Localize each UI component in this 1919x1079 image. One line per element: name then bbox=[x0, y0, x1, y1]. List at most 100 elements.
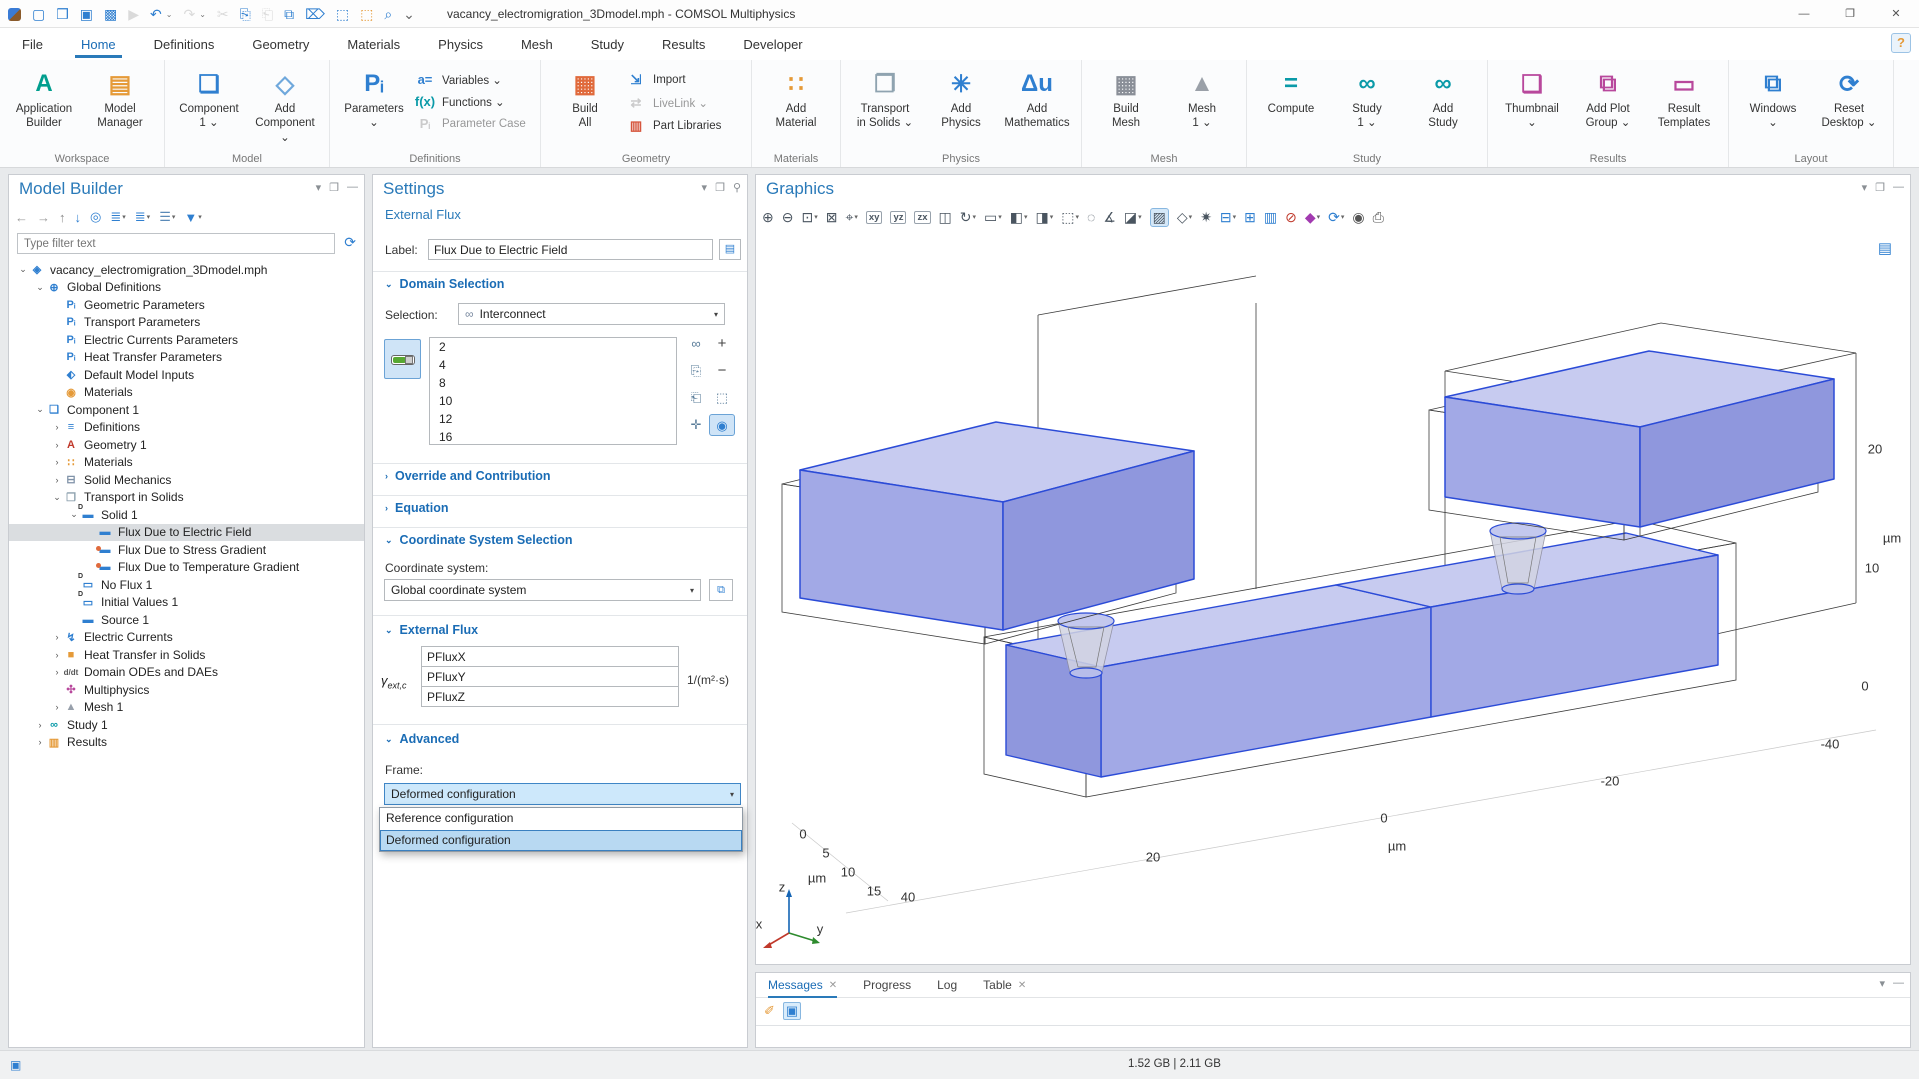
help-icon[interactable]: ? bbox=[1891, 33, 1911, 53]
tree-item-initial-values-1[interactable]: ▭DInitial Values 1 bbox=[9, 594, 364, 612]
tree-item-source-1[interactable]: ▬Source 1 bbox=[9, 611, 364, 629]
chevron-right-icon[interactable]: › bbox=[51, 440, 63, 450]
tree-item-multiphysics[interactable]: ✣Multiphysics bbox=[9, 681, 364, 699]
tree-item-electric-currents-parameters[interactable]: PᵢElectric Currents Parameters bbox=[9, 331, 364, 349]
tree-item-flux-due-to-temperature-gradient[interactable]: ▬Flux Due to Temperature Gradient bbox=[9, 559, 364, 577]
frame-combo[interactable]: Deformed configuration ▾ bbox=[384, 783, 741, 805]
domain-item-12[interactable]: 12 bbox=[430, 410, 676, 428]
frame-option-reference-configuration[interactable]: Reference configuration bbox=[380, 808, 742, 830]
move-down-icon[interactable]: ↓ bbox=[75, 210, 82, 225]
tree-item-no-flux-1[interactable]: ▭DNo Flux 1 bbox=[9, 576, 364, 594]
open-file-icon[interactable]: ❒ bbox=[56, 0, 69, 28]
tab-log[interactable]: Log bbox=[937, 973, 957, 998]
copy-selection-icon[interactable]: ⎘ bbox=[683, 360, 709, 387]
plot-settings-icon[interactable]: ▤ bbox=[1878, 239, 1892, 257]
menu-tab-materials[interactable]: Materials bbox=[345, 31, 402, 58]
chevron-right-icon[interactable]: › bbox=[51, 632, 63, 642]
tree-item-flux-due-to-electric-field[interactable]: ▬Flux Due to Electric Field bbox=[9, 524, 364, 542]
add-plot-group-button[interactable]: ⧉Add PlotGroup ⌄ bbox=[1572, 64, 1644, 148]
chevron-right-icon[interactable]: › bbox=[51, 457, 63, 467]
float-panel-icon[interactable]: ❐ bbox=[329, 181, 339, 194]
active-toggle-button[interactable] bbox=[384, 339, 421, 379]
wireframe-icon[interactable]: ◇▾ bbox=[1177, 209, 1192, 226]
move-up-icon[interactable]: ↑ bbox=[59, 210, 66, 225]
model-manager-button[interactable]: ▤ModelManager bbox=[84, 64, 156, 148]
section-equation[interactable]: › Equation bbox=[385, 501, 448, 515]
pin-panel-icon[interactable]: ⚲ bbox=[733, 181, 741, 194]
chevron-down-icon[interactable]: ⌄ bbox=[17, 264, 29, 275]
domain-item-10[interactable]: 10 bbox=[430, 392, 676, 410]
panel-menu-icon[interactable]: ▾ bbox=[316, 181, 322, 194]
menu-tab-study[interactable]: Study bbox=[589, 31, 626, 58]
scene-movie-icon[interactable]: ◫ bbox=[939, 209, 952, 226]
scene-light-icon[interactable]: ✷ bbox=[1200, 209, 1212, 226]
add-to-selection-icon[interactable]: + bbox=[709, 333, 735, 360]
panel-menu-icon[interactable]: ▾ bbox=[702, 181, 708, 194]
build-mesh-button[interactable]: ▦BuildMesh bbox=[1090, 64, 1162, 148]
frame-option-deformed-configuration[interactable]: Deformed configuration bbox=[380, 830, 742, 852]
find-icon[interactable]: ⌕ bbox=[384, 0, 392, 28]
chevron-right-icon[interactable]: › bbox=[34, 720, 46, 730]
label-input[interactable] bbox=[428, 239, 713, 260]
transparency-icon[interactable]: ▨ bbox=[1150, 208, 1169, 227]
panel-menu-icon[interactable]: ▾ bbox=[1879, 977, 1885, 990]
active-highlight-icon[interactable]: ◉ bbox=[709, 414, 735, 436]
open-messages-window-icon[interactable]: ▣ bbox=[783, 1002, 801, 1020]
clear-messages-icon[interactable]: ✐ bbox=[764, 1003, 775, 1019]
filter-input[interactable] bbox=[17, 233, 335, 254]
add-mathematics-button[interactable]: ΔuAddMathematics bbox=[1001, 64, 1073, 148]
clip-plane-icon[interactable]: ◪▾ bbox=[1124, 209, 1142, 226]
zoom-extents-icon[interactable]: ⊠ bbox=[826, 209, 838, 226]
tree-item-default-model-inputs[interactable]: ⬖Default Model Inputs bbox=[9, 366, 364, 384]
snapshot-icon[interactable]: ◉ bbox=[1352, 209, 1364, 226]
flux-x-input[interactable] bbox=[421, 646, 679, 667]
save-as-icon[interactable]: ▩ bbox=[104, 0, 117, 28]
section-external-flux[interactable]: ⌄ External Flux bbox=[385, 623, 478, 637]
zoom-box-icon[interactable]: ⊡▾ bbox=[801, 209, 817, 226]
add-component-button[interactable]: ◇AddComponent ⌄ bbox=[249, 64, 321, 148]
chevron-down-icon[interactable]: ⌄ bbox=[34, 404, 46, 415]
measure-icon[interactable]: ∡ bbox=[1103, 209, 1116, 226]
result-templates-button[interactable]: ▭ResultTemplates bbox=[1648, 64, 1720, 148]
pin-panel-icon[interactable]: ― bbox=[1893, 181, 1904, 194]
minimize-button[interactable]: — bbox=[1781, 0, 1827, 28]
tab-table[interactable]: Table✕ bbox=[983, 973, 1026, 998]
menu-tab-file[interactable]: File bbox=[20, 31, 45, 58]
update-plot-icon[interactable]: ⟳▾ bbox=[1328, 209, 1344, 226]
model-tree-nodes-icon[interactable]: ☰▾ bbox=[159, 209, 175, 225]
parameters-button[interactable]: PᵢParameters⌄ bbox=[338, 64, 410, 148]
chevron-right-icon[interactable]: › bbox=[51, 650, 63, 660]
menu-tab-home[interactable]: Home bbox=[79, 31, 118, 58]
chevron-right-icon[interactable]: › bbox=[51, 422, 63, 432]
chevron-right-icon[interactable]: › bbox=[51, 667, 63, 677]
domain-item-16[interactable]: 16 bbox=[430, 428, 676, 446]
tree-item-domain-odes-and-daes[interactable]: ›d/dtDomain ODEs and DAEs bbox=[9, 664, 364, 682]
add-material-button[interactable]: ∷AddMaterial bbox=[760, 64, 832, 148]
split-vertical-icon[interactable]: ⊞ bbox=[1244, 209, 1256, 226]
section-override[interactable]: › Override and Contribution bbox=[385, 469, 551, 483]
domain-item-2[interactable]: 2 bbox=[430, 338, 676, 356]
close-button[interactable]: ✕ bbox=[1873, 0, 1919, 28]
windows-button[interactable]: ⧉Windows⌄ bbox=[1737, 64, 1809, 148]
menu-tab-geometry[interactable]: Geometry bbox=[250, 31, 311, 58]
table-window-icon[interactable]: ▥ bbox=[1264, 209, 1277, 226]
undo-icon-caret[interactable]: ⌄ bbox=[166, 10, 173, 19]
tree-item-materials[interactable]: ◉Materials bbox=[9, 384, 364, 402]
transport-in-solids-button[interactable]: ❐Transportin Solids ⌄ bbox=[849, 64, 921, 148]
study-1-button[interactable]: ∞Study1 ⌄ bbox=[1331, 64, 1403, 148]
application-builder-button[interactable]: AApplicationBuilder bbox=[8, 64, 80, 148]
menu-tab-developer[interactable]: Developer bbox=[741, 31, 804, 58]
compute-button[interactable]: =Compute bbox=[1255, 64, 1327, 148]
pin-panel-icon[interactable]: ― bbox=[1893, 977, 1904, 990]
reset-desktop-button[interactable]: ⟳ResetDesktop ⌄ bbox=[1813, 64, 1885, 148]
select-box-icon[interactable]: ⬚ bbox=[336, 0, 349, 28]
tree-item-vacancy-electromigration-3dmodel-mph[interactable]: ⌄◈vacancy_electromigration_3Dmodel.mph bbox=[9, 261, 364, 279]
material-rendering-icon[interactable]: ◨▾ bbox=[1036, 209, 1054, 226]
tree-item-geometric-parameters[interactable]: PᵢGeometric Parameters bbox=[9, 296, 364, 314]
tree-item-heat-transfer-in-solids[interactable]: ›■Heat Transfer in Solids bbox=[9, 646, 364, 664]
lasso-select-icon[interactable]: ◌ bbox=[1087, 209, 1095, 225]
view-zx-icon[interactable]: zx bbox=[914, 211, 930, 224]
color-theme-icon[interactable]: ◧▾ bbox=[1010, 209, 1028, 226]
split-horizontal-icon[interactable]: ⊟▾ bbox=[1220, 209, 1236, 226]
toolbar-options-icon[interactable]: ⌄ bbox=[403, 0, 415, 28]
